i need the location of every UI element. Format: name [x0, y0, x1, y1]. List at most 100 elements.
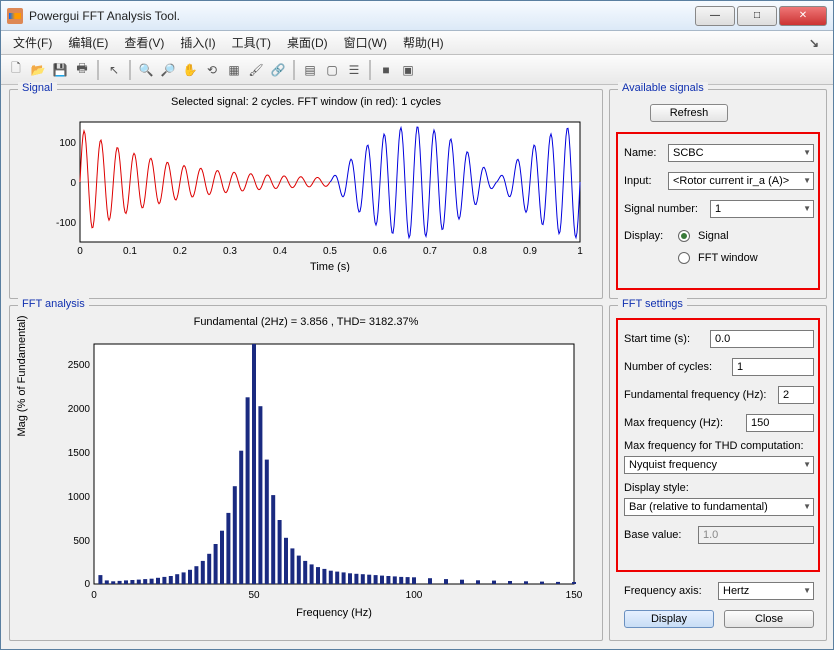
name-combo[interactable]: SCBC — [668, 144, 814, 162]
input-label: Input: — [624, 175, 664, 187]
svg-text:150: 150 — [566, 590, 583, 601]
refresh-button[interactable]: Refresh — [650, 104, 728, 122]
pan-icon[interactable]: ✋ — [181, 61, 199, 79]
svg-text:-100: -100 — [56, 218, 76, 229]
base-input: 1.0 — [698, 526, 814, 544]
name-label: Name: — [624, 147, 664, 159]
toolbar: 🗋 📂 💾 🖶 ↖ 🔍 🔎 ✋ ⟲ ▦ 🖌 🔗 ▤ ▢ ☰ ■ ▣ — [1, 55, 833, 85]
menu-file[interactable]: 文件(F) — [5, 32, 60, 53]
faxis-combo[interactable]: Hertz — [718, 582, 814, 600]
menu-edit[interactable]: 编辑(E) — [60, 32, 116, 53]
menu-window[interactable]: 窗口(W) — [336, 32, 395, 53]
base-label: Base value: — [624, 529, 694, 541]
colorbar-icon[interactable]: ▤ — [301, 61, 319, 79]
ncyc-input[interactable]: 1 — [732, 358, 814, 376]
start-label: Start time (s): — [624, 333, 706, 345]
ncyc-label: Number of cycles: — [624, 361, 728, 373]
svg-text:0.6: 0.6 — [373, 246, 387, 257]
fund-input[interactable]: 2 — [778, 386, 814, 404]
faxis-label: Frequency axis: — [624, 585, 714, 597]
menu-tools[interactable]: 工具(T) — [224, 32, 279, 53]
fft-legend: FFT analysis — [18, 298, 89, 310]
signal-xlabel: Time (s) — [310, 261, 350, 272]
content-area: Signal Selected signal: 2 cycles. FFT wi… — [1, 85, 833, 649]
menu-collapse-icon[interactable]: ↘ — [801, 34, 829, 52]
radio-signal[interactable] — [678, 230, 690, 242]
toolbar-sep — [129, 60, 131, 80]
close-window-button[interactable]: ✕ — [779, 6, 827, 26]
brush-icon[interactable]: 🖌 — [247, 61, 265, 79]
signum-combo[interactable]: 1 — [710, 200, 814, 218]
menu-insert[interactable]: 插入(I) — [172, 32, 223, 53]
minimize-button[interactable]: — — [695, 6, 735, 26]
signum-label: Signal number: — [624, 203, 706, 215]
svg-text:2000: 2000 — [68, 404, 91, 415]
svg-text:0: 0 — [84, 579, 90, 590]
svg-text:2500: 2500 — [68, 360, 91, 371]
app-icon — [7, 8, 23, 24]
maxf-input[interactable]: 150 — [746, 414, 814, 432]
app-window: Powergui FFT Analysis Tool. — □ ✕ 文件(F) … — [0, 0, 834, 650]
radio-fftwindow[interactable] — [678, 252, 690, 264]
fft-ylabel: Mag (% of Fundamental) — [16, 276, 28, 476]
svg-text:0: 0 — [91, 590, 97, 601]
titlebar: Powergui FFT Analysis Tool. — □ ✕ — [1, 1, 833, 31]
svg-text:0.8: 0.8 — [473, 246, 487, 257]
toolbar-sep — [293, 60, 295, 80]
zoom-in-icon[interactable]: 🔍 — [137, 61, 155, 79]
style-label: Display style: — [624, 482, 689, 494]
save-icon[interactable]: 💾 — [51, 61, 69, 79]
datacursor-icon[interactable]: ▦ — [225, 61, 243, 79]
window-buttons: — □ ✕ — [693, 6, 827, 26]
rotate-icon[interactable]: ⟲ — [203, 61, 221, 79]
svg-text:500: 500 — [73, 536, 90, 547]
settings-legend: FFT settings — [618, 298, 687, 310]
open-icon[interactable]: 📂 — [29, 61, 47, 79]
fft-settings-panel: FFT settings Start time (s): 0.0 Number … — [609, 305, 827, 641]
menu-help[interactable]: 帮助(H) — [395, 32, 452, 53]
menu-view[interactable]: 查看(V) — [116, 32, 172, 53]
pointer-icon[interactable]: ↖ — [105, 61, 123, 79]
svg-text:1: 1 — [577, 246, 583, 257]
svg-text:0: 0 — [70, 178, 76, 189]
svg-text:0.7: 0.7 — [423, 246, 437, 257]
svg-text:100: 100 — [59, 138, 76, 149]
svg-text:0.4: 0.4 — [273, 246, 287, 257]
print-icon[interactable]: 🖶 — [73, 61, 91, 79]
style-combo[interactable]: Bar (relative to fundamental) — [624, 498, 814, 516]
layout2-icon[interactable]: ▣ — [399, 61, 417, 79]
layout1-icon[interactable]: ■ — [377, 61, 395, 79]
signal-plot: -100 0 100 00.10.2 0.30.40.5 0.60.70.8 0… — [40, 112, 600, 272]
fft-panel: FFT analysis Fundamental (2Hz) = 3.856 ,… — [9, 305, 603, 641]
maxf-label: Max frequency (Hz): — [624, 417, 742, 429]
start-input[interactable]: 0.0 — [710, 330, 814, 348]
new-icon[interactable]: 🗋 — [7, 61, 25, 79]
svg-text:1500: 1500 — [68, 448, 91, 459]
menubar: 文件(F) 编辑(E) 查看(V) 插入(I) 工具(T) 桌面(D) 窗口(W… — [1, 31, 833, 55]
maxthd-combo[interactable]: Nyquist frequency — [624, 456, 814, 474]
signal-plot-title: Selected signal: 2 cycles. FFT window (i… — [10, 96, 602, 108]
fft-plot-title: Fundamental (2Hz) = 3.856 , THD= 3182.37… — [10, 316, 602, 328]
toolbar-sep — [369, 60, 371, 80]
fft-plot: 05001000 150020002500 050100150 Frequenc… — [54, 334, 594, 624]
fft-xlabel: Frequency (Hz) — [296, 607, 372, 619]
avail-legend: Available signals — [618, 82, 708, 94]
signal-legend: Signal — [18, 82, 57, 94]
window-title: Powergui FFT Analysis Tool. — [29, 9, 693, 23]
toolbar-sep — [97, 60, 99, 80]
svg-text:0.5: 0.5 — [323, 246, 337, 257]
zoom-out-icon[interactable]: 🔎 — [159, 61, 177, 79]
fund-label: Fundamental frequency (Hz): — [624, 389, 774, 401]
display-button[interactable]: Display — [624, 610, 714, 628]
annotate-icon[interactable]: ☰ — [345, 61, 363, 79]
link-icon[interactable]: 🔗 — [269, 61, 287, 79]
menu-desktop[interactable]: 桌面(D) — [279, 32, 336, 53]
input-combo[interactable]: <Rotor current ir_a (A)> — [668, 172, 814, 190]
svg-text:0.1: 0.1 — [123, 246, 137, 257]
maximize-button[interactable]: □ — [737, 6, 777, 26]
radio-fftwindow-label: FFT window — [698, 252, 758, 264]
svg-text:0: 0 — [77, 246, 83, 257]
svg-text:1000: 1000 — [68, 492, 91, 503]
legend-icon[interactable]: ▢ — [323, 61, 341, 79]
close-button[interactable]: Close — [724, 610, 814, 628]
